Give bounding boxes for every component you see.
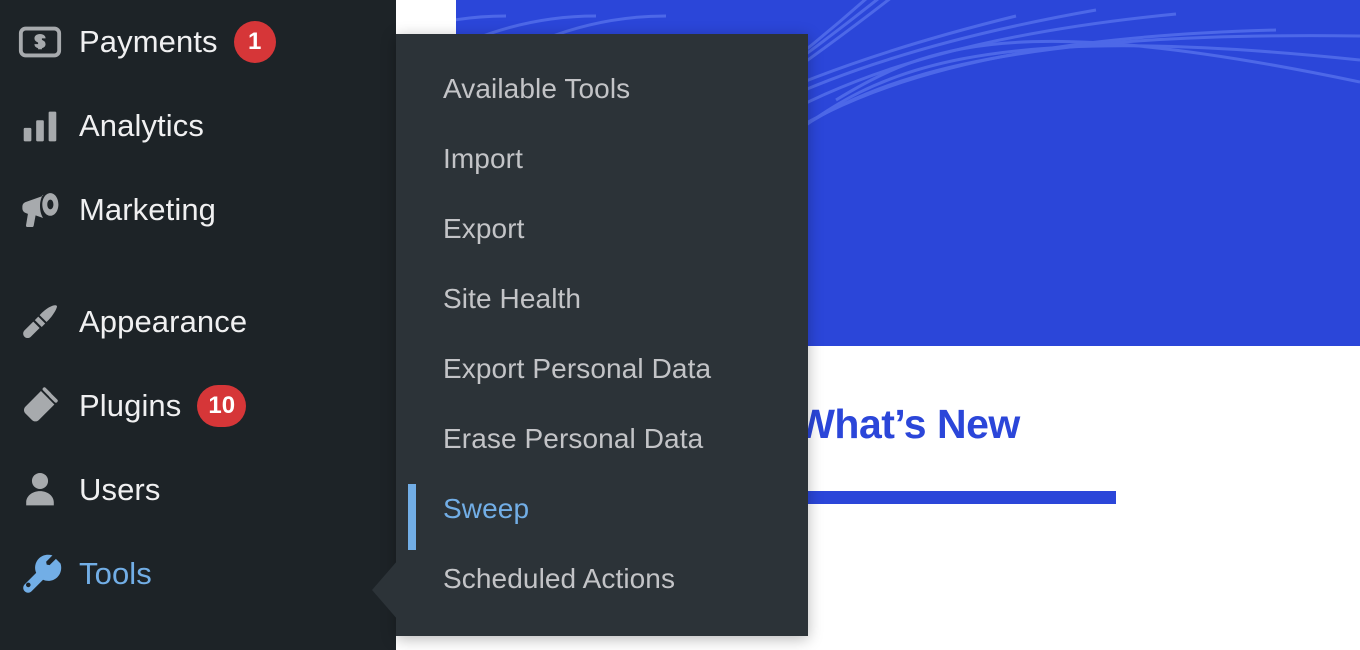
sidebar-item-plugins[interactable]: Plugins 10 xyxy=(0,364,396,448)
submenu-item-label: Site Health xyxy=(443,283,582,314)
sidebar-item-label: Marketing xyxy=(79,192,217,227)
user-icon xyxy=(14,464,66,516)
screen-root: What’s New Available Tools Import Export… xyxy=(0,0,1360,650)
submenu-item-label: Scheduled Actions xyxy=(443,563,676,594)
analytics-icon xyxy=(14,100,66,152)
submenu-item-export-personal-data[interactable]: Export Personal Data xyxy=(396,334,808,404)
wrench-icon xyxy=(14,548,66,600)
sidebar-item-label: Users xyxy=(79,472,161,507)
sidebar-item-marketing[interactable]: Marketing xyxy=(0,168,396,252)
sidebar-item-label: Payments xyxy=(79,24,218,59)
sidebar-item-label: Analytics xyxy=(79,108,204,143)
sidebar-item-label: Appearance xyxy=(79,304,248,339)
tools-submenu-flyout: Available Tools Import Export Site Healt… xyxy=(396,34,808,636)
sidebar-item-analytics[interactable]: Analytics xyxy=(0,84,396,168)
payments-badge: 1 xyxy=(233,21,276,63)
sidebar-item-users[interactable]: Users xyxy=(0,448,396,532)
submenu-item-label: Sweep xyxy=(443,493,530,524)
submenu-pointer-arrow xyxy=(372,560,398,620)
submenu-item-sweep[interactable]: Sweep xyxy=(396,474,808,550)
submenu-item-label: Import xyxy=(443,143,523,174)
sidebar-item-label: Tools xyxy=(79,556,152,591)
plugins-badge: 10 xyxy=(197,385,247,427)
plug-icon xyxy=(14,380,66,432)
sidebar-item-payments[interactable]: Payments 1 xyxy=(0,0,396,84)
submenu-item-available-tools[interactable]: Available Tools xyxy=(396,54,808,124)
sidebar-separator xyxy=(0,252,396,280)
submenu-item-import[interactable]: Import xyxy=(396,124,808,194)
paintbrush-icon xyxy=(14,296,66,348)
submenu-item-export[interactable]: Export xyxy=(396,194,808,264)
megaphone-icon xyxy=(14,184,66,236)
submenu-item-label: Export xyxy=(443,213,525,244)
submenu-item-site-health[interactable]: Site Health xyxy=(396,264,808,334)
submenu-item-label: Available Tools xyxy=(443,73,631,104)
payments-icon xyxy=(14,16,66,68)
submenu-item-scheduled-actions[interactable]: Scheduled Actions xyxy=(396,544,808,614)
sidebar-item-tools[interactable]: Tools xyxy=(0,532,396,616)
submenu-item-label: Erase Personal Data xyxy=(443,423,704,454)
sidebar-item-label: Plugins xyxy=(79,388,182,423)
submenu-item-label: Export Personal Data xyxy=(443,353,712,384)
submenu-item-erase-personal-data[interactable]: Erase Personal Data xyxy=(396,404,808,474)
admin-sidebar: Payments 1 Analytics Marketing Appearanc… xyxy=(0,0,396,650)
sidebar-item-appearance[interactable]: Appearance xyxy=(0,280,396,364)
whats-new-title: What’s New xyxy=(796,401,1020,447)
